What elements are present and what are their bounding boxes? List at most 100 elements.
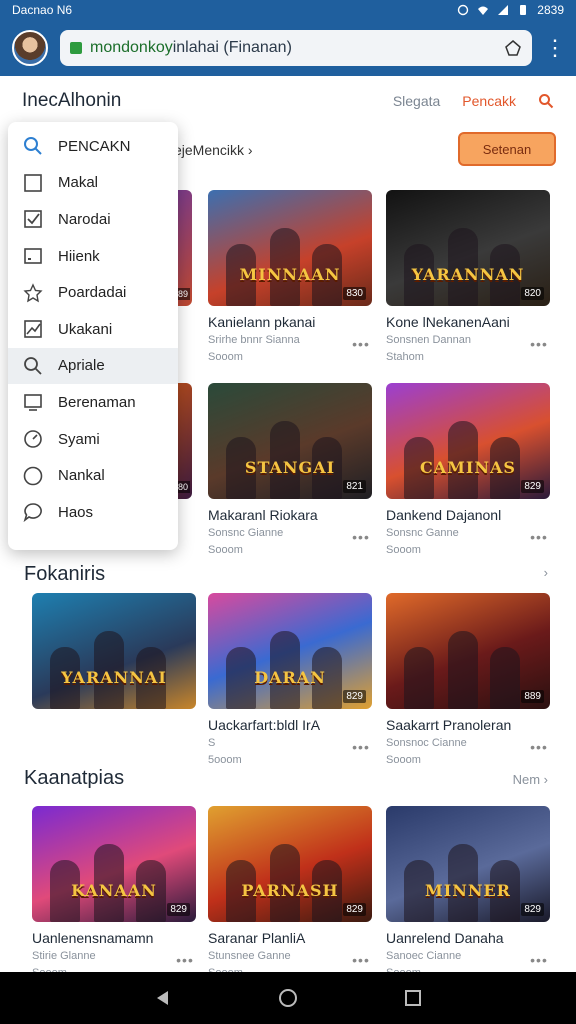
search-icon xyxy=(22,355,44,377)
menu-item[interactable]: Nankal xyxy=(8,457,178,494)
more-options-icon[interactable]: ••• xyxy=(352,336,370,352)
thumbnail-art-title: MINNER xyxy=(425,881,511,900)
game-card[interactable]: DARAN 829 Uackarfart:bldl IrA S 5ooom ••• xyxy=(208,593,372,768)
menu-item[interactable]: Berenaman xyxy=(8,384,178,421)
game-card[interactable]: MINNAAN 830 Kanielann pkanai Srirhe bnnr Si… xyxy=(208,190,372,365)
chart-icon xyxy=(22,318,44,340)
thumbnail-art-title: DARAN xyxy=(254,668,326,687)
menu-item[interactable]: Narodai xyxy=(8,201,178,238)
game-card[interactable]: YARANNAI xyxy=(32,593,196,709)
game-card[interactable]: MINNER829Uanrelend DanahaSanoec CianneSo… xyxy=(386,806,550,981)
back-icon[interactable] xyxy=(152,987,174,1009)
game-thumbnail[interactable]: YARANNAI xyxy=(32,593,196,709)
card-views: 5ooom xyxy=(208,754,242,767)
game-thumbnail[interactable]: 889 xyxy=(386,593,550,709)
more-options-icon[interactable]: ••• xyxy=(352,739,370,755)
game-card[interactable]: CAMINAS 829 Dankend Dajanonl Sonsnc Ganne So… xyxy=(386,383,550,558)
search-icon[interactable] xyxy=(538,93,554,109)
rect-icon xyxy=(22,245,44,267)
signal-icon xyxy=(498,5,509,15)
menu-item[interactable]: Hiienk xyxy=(8,238,178,275)
more-options-icon[interactable]: ••• xyxy=(176,952,194,968)
more-options-icon[interactable]: ••• xyxy=(530,952,548,968)
thumbnail-art-title: CAMINAS xyxy=(420,458,516,477)
game-card[interactable]: PARNASH829Saranar PlanliAStunsnee GanneS… xyxy=(208,806,372,981)
more-options-icon[interactable]: ••• xyxy=(530,336,548,352)
menu-item[interactable]: Haos xyxy=(8,494,178,531)
wifi-icon xyxy=(478,6,489,15)
menu-item[interactable]: Poardadai xyxy=(8,274,178,311)
card-title[interactable]: Kone lNekanenAani xyxy=(386,314,550,330)
url-text[interactable]: mondonkoyinlahai (Finanan) xyxy=(90,39,496,57)
partial-card[interactable]: 89 xyxy=(175,190,192,306)
game-card[interactable]: YARANNAN 820 Kone lNekanenAani Sonsnen Dann… xyxy=(386,190,550,365)
game-thumbnail[interactable]: MINNAAN 830 xyxy=(208,190,372,306)
star-icon xyxy=(22,282,44,304)
recents-icon[interactable] xyxy=(402,987,424,1009)
more-options-icon[interactable]: ••• xyxy=(352,952,370,968)
nav-link-pencakk[interactable]: Pencakk xyxy=(462,93,516,109)
game-thumbnail[interactable]: KANAAN 829 xyxy=(32,806,196,922)
card-title[interactable]: Saakarrt Pranoleran xyxy=(386,717,550,733)
section-title: Fokaniris xyxy=(24,563,106,585)
status-bar: Dacnao N6 2839 xyxy=(0,0,576,20)
game-thumbnail[interactable]: STANGAI 821 xyxy=(208,383,372,499)
thumbnail-art-title: KANAAN xyxy=(71,881,157,900)
bookmark-icon[interactable] xyxy=(504,39,522,57)
card-channel: Sonsnoc Cianne xyxy=(386,737,467,749)
more-options-icon[interactable]: ••• xyxy=(352,529,370,545)
game-thumbnail[interactable]: PARNASH 829 xyxy=(208,806,372,922)
card-title[interactable]: Kanielann pkanai xyxy=(208,314,372,330)
game-card[interactable]: 889 Saakarrt Pranoleran Sonsnoc Cianne Sooo… xyxy=(386,593,550,768)
search-icon xyxy=(22,135,44,157)
card-title[interactable]: Uanrelend Danaha xyxy=(386,930,550,946)
card-views: Sooom xyxy=(208,351,243,364)
game-thumbnail[interactable]: MINNER 829 xyxy=(386,806,550,922)
card-title[interactable]: Uanlenensnamamn xyxy=(32,930,196,946)
game-card[interactable]: KANAAN829UanlenensnamamnStirie GlanneSoo… xyxy=(32,806,196,981)
duration-badge: 821 xyxy=(343,480,366,493)
card-title[interactable]: Uackarfart:bldl IrA xyxy=(208,717,372,733)
duration-badge: 830 xyxy=(343,287,366,300)
square-icon xyxy=(22,172,44,194)
game-thumbnail[interactable]: YARANNAN 820 xyxy=(386,190,550,306)
nav-link-slegata[interactable]: Slegata xyxy=(393,93,440,109)
card-channel: Sonsnc Ganne xyxy=(386,527,459,539)
thumbnail-art-title: MINNAAN xyxy=(239,265,341,284)
breadcrumb[interactable]: ejeMencikk › xyxy=(174,142,253,158)
menu-item[interactable]: Syami xyxy=(8,421,178,458)
menu-item[interactable]: Ukakani xyxy=(8,311,178,348)
settings-button[interactable]: Setenan xyxy=(458,132,556,166)
lock-icon xyxy=(70,42,82,54)
card-views: Sooom xyxy=(208,544,243,557)
thumbnail-art-title: YARANNAI xyxy=(61,668,167,687)
avatar[interactable] xyxy=(12,30,48,66)
thumbnail-art-title: STANGAI xyxy=(244,458,336,477)
more-vert-icon[interactable]: ⋮ xyxy=(544,37,566,59)
section-more-link[interactable]: › xyxy=(544,565,548,580)
duration-badge: 829 xyxy=(521,480,544,493)
menu-item[interactable]: PENCAKN xyxy=(8,128,178,165)
section-more-link[interactable]: Nem › xyxy=(513,772,548,787)
more-options-icon[interactable]: ••• xyxy=(530,739,548,755)
duration-badge: 829 xyxy=(343,690,366,703)
card-views: Sooom xyxy=(386,544,421,557)
card-title[interactable]: Dankend Dajanonl xyxy=(386,507,550,523)
site-brand[interactable]: InecAlhonin xyxy=(22,90,121,112)
url-bar[interactable]: mondonkoyinlahai (Finanan) xyxy=(60,30,532,66)
more-options-icon[interactable]: ••• xyxy=(530,529,548,545)
menu-item-highlighted[interactable]: Apriale xyxy=(8,347,178,385)
card-title[interactable]: Makaranl Riokara xyxy=(208,507,372,523)
game-thumbnail[interactable]: DARAN 829 xyxy=(208,593,372,709)
duration-badge: 889 xyxy=(521,690,544,703)
game-card[interactable]: STANGAI 821 Makaranl Riokara Sonsnc Gianne S… xyxy=(208,383,372,558)
chat-icon xyxy=(22,501,44,523)
browser-toolbar: mondonkoyinlahai (Finanan) ⋮ xyxy=(0,20,576,76)
game-thumbnail[interactable]: CAMINAS 829 xyxy=(386,383,550,499)
thumbnail-art-title: PARNASH xyxy=(241,881,339,900)
home-icon[interactable] xyxy=(277,987,299,1009)
thumbnail-art-title: YARANNAN xyxy=(411,265,525,284)
partial-card[interactable]: 80 xyxy=(175,383,192,499)
menu-item[interactable]: Makal xyxy=(8,165,178,202)
card-title[interactable]: Saranar PlanliA xyxy=(208,930,372,946)
